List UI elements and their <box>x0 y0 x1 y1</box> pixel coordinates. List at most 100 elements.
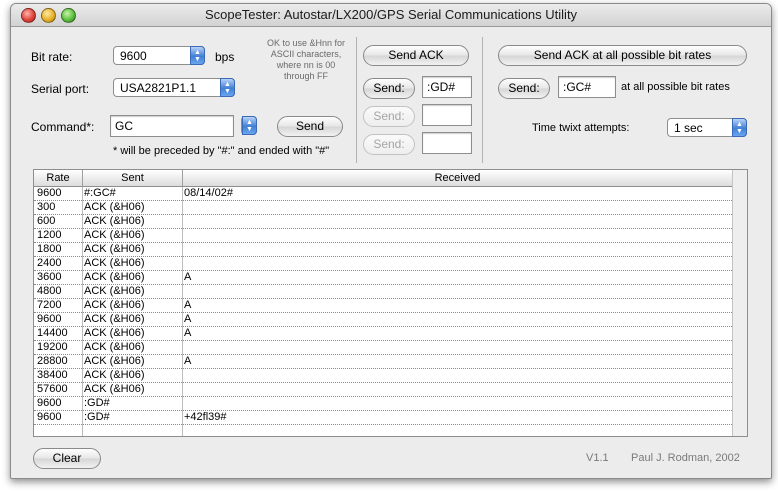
cell-rate: 4800 <box>37 285 62 297</box>
cell-rate: 2400 <box>37 257 62 269</box>
table-row[interactable]: 4800 ACK (&H06) <box>34 285 734 299</box>
table-row[interactable]: 9600 :GD# <box>34 397 734 411</box>
column-header-rate[interactable]: Rate <box>34 170 83 186</box>
clear-button[interactable]: Clear <box>33 448 101 469</box>
table-row[interactable]: 19200 ACK (&H06) <box>34 341 734 355</box>
column-header-sent[interactable]: Sent <box>83 170 183 186</box>
cell-sent: ACK (&H06) <box>84 355 145 367</box>
table-row[interactable]: 3600 ACK (&H06) A <box>34 271 734 285</box>
send-command-button[interactable]: Send <box>277 116 343 137</box>
table-row[interactable]: 9600 ACK (&H06) A <box>34 313 734 327</box>
send-ack-button[interactable]: Send ACK <box>363 45 469 66</box>
cell-received: A <box>184 313 192 325</box>
cell-sent: ACK (&H06) <box>84 257 145 269</box>
cell-sent: ACK (&H06) <box>84 341 145 353</box>
send-all-rates-value: :GC# <box>563 80 592 94</box>
send-1-button[interactable]: Send: <box>363 78 415 99</box>
table-header: Rate Sent Received <box>34 170 747 187</box>
serial-port-select[interactable]: USA2821P1.1 ▲ ▼ <box>113 78 235 97</box>
all-rates-label: at all possible bit rates <box>621 81 730 93</box>
cell-received: A <box>184 271 192 283</box>
table-row[interactable]: 9600 :GD# +42fl39# <box>34 411 734 425</box>
cell-received: 08/14/02# <box>184 187 233 199</box>
cell-rate: 9600 <box>37 187 62 199</box>
cell-rate: 57600 <box>37 383 68 395</box>
cell-rate: 28800 <box>37 355 68 367</box>
cell-sent: :GD# <box>84 411 110 423</box>
command-field[interactable]: GC <box>110 115 234 137</box>
bit-rate-select[interactable]: 9600 ▲ ▼ <box>113 46 205 65</box>
send-3-field[interactable] <box>422 132 472 154</box>
cell-rate: 600 <box>37 215 56 227</box>
time-twixt-value: 1 sec <box>674 121 703 135</box>
cell-rate: 9600 <box>37 411 62 423</box>
section-divider <box>482 37 483 163</box>
table-row[interactable]: 9600 #:GC# 08/14/02# <box>34 187 734 201</box>
bit-rate-label: Bit rate: <box>31 50 73 64</box>
cell-sent: ACK (&H06) <box>84 313 145 325</box>
author-label: Paul J. Rodman, 2002 <box>631 452 740 464</box>
time-twixt-select[interactable]: 1 sec ▲ ▼ <box>667 118 747 137</box>
command-history-select[interactable]: ▲ ▼ <box>241 116 257 135</box>
title-bar[interactable]: ScopeTester: Autostar/LX200/GPS Serial C… <box>11 4 771 27</box>
log-table[interactable]: Rate Sent Received 9600 #:GC# 08/14/02# 30… <box>33 169 748 437</box>
cell-sent: ACK (&H06) <box>84 299 145 311</box>
table-row[interactable]: 1200 ACK (&H06) <box>34 229 734 243</box>
popup-arrows-icon: ▲ ▼ <box>732 118 747 137</box>
cell-rate: 7200 <box>37 299 62 311</box>
cell-sent: :GD# <box>84 397 110 409</box>
table-row[interactable]: 1800 ACK (&H06) <box>34 243 734 257</box>
serial-port-value: USA2821P1.1 <box>120 81 197 95</box>
send-all-rates-field[interactable]: :GC# <box>558 76 616 98</box>
send-3-button[interactable]: Send: <box>363 134 415 155</box>
vertical-scrollbar[interactable] <box>732 170 747 436</box>
version-label: V1.1 <box>586 452 609 464</box>
popup-arrows-icon: ▲ ▼ <box>190 46 205 65</box>
cell-rate: 9600 <box>37 397 62 409</box>
cell-sent: ACK (&H06) <box>84 327 145 339</box>
app-window: ScopeTester: Autostar/LX200/GPS Serial C… <box>10 3 772 479</box>
cell-sent: ACK (&H06) <box>84 383 145 395</box>
bit-rate-unit: bps <box>215 50 235 64</box>
table-row[interactable]: 300 ACK (&H06) <box>34 201 734 215</box>
window-title: ScopeTester: Autostar/LX200/GPS Serial C… <box>204 7 578 22</box>
column-header-received[interactable]: Received <box>183 170 733 186</box>
ascii-hint: OK to use &Hnn for ASCII characters, whe… <box>266 38 346 81</box>
send-2-field[interactable] <box>422 104 472 126</box>
table-row[interactable]: 7200 ACK (&H06) A <box>34 299 734 313</box>
time-twixt-label: Time twixt attempts: <box>532 122 630 134</box>
cell-rate: 14400 <box>37 327 68 339</box>
cell-rate: 300 <box>37 201 56 213</box>
send-2-button[interactable]: Send: <box>363 106 415 127</box>
cell-rate: 19200 <box>37 341 68 353</box>
table-body: 9600 #:GC# 08/14/02# 300 ACK (&H06) 600 ACK … <box>34 187 734 425</box>
cell-sent: ACK (&H06) <box>84 229 145 241</box>
cell-rate: 9600 <box>37 313 62 325</box>
table-row[interactable]: 38400 ACK (&H06) <box>34 369 734 383</box>
table-row[interactable]: 2400 ACK (&H06) <box>34 257 734 271</box>
cell-sent: ACK (&H06) <box>84 215 145 227</box>
bit-rate-value: 9600 <box>120 49 147 63</box>
cell-sent: ACK (&H06) <box>84 271 145 283</box>
cell-rate: 1200 <box>37 229 62 241</box>
popup-arrows-icon: ▲ ▼ <box>220 78 235 97</box>
table-row[interactable]: 28800 ACK (&H06) A <box>34 355 734 369</box>
cell-received: A <box>184 355 192 367</box>
send-all-rates-button[interactable]: Send: <box>498 78 550 99</box>
cell-sent: ACK (&H06) <box>84 369 145 381</box>
send-1-field[interactable]: :GD# <box>422 76 472 98</box>
cell-sent: ACK (&H06) <box>84 201 145 213</box>
cell-sent: #:GC# <box>84 187 116 199</box>
cell-received: A <box>184 327 192 339</box>
cell-sent: ACK (&H06) <box>84 243 145 255</box>
command-value: GC <box>115 119 133 133</box>
cell-sent: ACK (&H06) <box>84 285 145 297</box>
table-row[interactable]: 600 ACK (&H06) <box>34 215 734 229</box>
cell-rate: 1800 <box>37 243 62 255</box>
serial-port-label: Serial port: <box>31 82 90 96</box>
send-ack-all-rates-button[interactable]: Send ACK at all possible bit rates <box>498 45 747 66</box>
cell-received: +42fl39# <box>184 411 227 423</box>
send-1-value: :GD# <box>427 80 456 94</box>
table-row[interactable]: 57600 ACK (&H06) <box>34 383 734 397</box>
table-row[interactable]: 14400 ACK (&H06) A <box>34 327 734 341</box>
